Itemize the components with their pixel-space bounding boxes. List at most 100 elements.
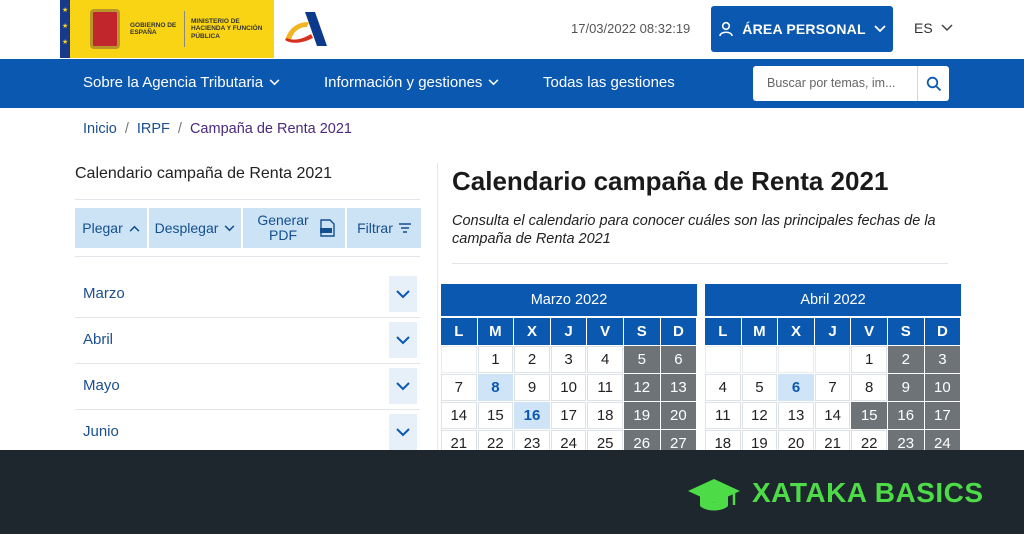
calendar-day[interactable]: 2 [514, 346, 550, 373]
calendar-week-row: 11 12 13 14 15 16 17 [705, 402, 961, 429]
calendar-day[interactable]: 3 [550, 346, 587, 373]
page-description: Consulta el calendario para conocer cuál… [452, 213, 936, 247]
gobierno-logo[interactable]: ★ ★ ★ GOBIERNO DE ESPAÑA MINISTERIO DE H… [60, 0, 274, 58]
nav-item-todas-gestiones[interactable]: Todas las gestiones [543, 74, 675, 91]
calendar-day[interactable]: 13 [660, 374, 697, 401]
column-divider [437, 163, 438, 453]
calendar-day[interactable]: 4 [587, 346, 623, 373]
weekday-header: J [814, 318, 851, 345]
calendar-day[interactable]: 10 [550, 374, 587, 401]
gov-text-ministerio: MINISTERIO DE HACIENDA Y FUNCIÓN PÚBLICA [191, 17, 263, 40]
language-selector[interactable]: ES [914, 20, 953, 36]
calendar-week-row: 4 5 6 7 8 9 10 [705, 374, 961, 401]
filter-label: Filtrar [357, 220, 393, 236]
breadcrumb-inicio[interactable]: Inicio [83, 121, 117, 137]
calendar-day[interactable]: 6 [778, 374, 814, 401]
chevron-down-icon [396, 335, 410, 344]
calendar-day[interactable]: 19 [623, 402, 660, 429]
calendar-day[interactable]: 16 [514, 402, 550, 429]
calendar-day[interactable]: 6 [660, 346, 697, 373]
chevron-down-icon [396, 427, 410, 436]
nav-item-label: Sobre la Agencia Tributaria [83, 74, 264, 91]
calendar-day[interactable]: 14 [441, 402, 477, 429]
calendar-day[interactable]: 2 [887, 346, 924, 373]
calendar-day[interactable]: 8 [851, 374, 887, 401]
calendar-day[interactable]: 7 [814, 374, 851, 401]
calendar-day[interactable]: 9 [514, 374, 550, 401]
user-icon [719, 21, 734, 37]
nav-item-sobre-agencia[interactable]: Sobre la Agencia Tributaria [83, 74, 280, 91]
filter-icon [398, 223, 411, 233]
calendar-day[interactable]: 5 [623, 346, 660, 373]
calendar-week-row: 123456 [441, 346, 697, 373]
generate-pdf-button[interactable]: Generar PDF [243, 208, 345, 248]
calendar-body: 1 2 3 4 5 6 7 8 9 10 11 12 13 14 15 16 17 18 19 20 21 22 23 24 [705, 346, 961, 457]
calendar-day[interactable]: 11 [587, 374, 623, 401]
calendar-marzo: Marzo 2022 LMXJVSD 1 2 3 4 5 6 7 8 9 10 11 12 13 14 15… [441, 284, 697, 457]
calendar-day[interactable]: 9 [887, 374, 924, 401]
calendar-day[interactable]: 17 [550, 402, 587, 429]
calendar-day[interactable]: 11 [705, 402, 741, 429]
calendar-day[interactable]: 16 [887, 402, 924, 429]
accordion-month-abril[interactable]: Abril [75, 318, 420, 364]
sidebar-title: Calendario campaña de Renta 2021 [75, 165, 333, 182]
graduation-cap-icon [688, 479, 740, 511]
collapse-button[interactable]: Plegar [75, 208, 147, 248]
weekday-header: D [924, 318, 961, 345]
expand-toggle[interactable] [389, 276, 417, 312]
calendar-day[interactable]: 14 [814, 402, 851, 429]
expand-button[interactable]: Desplegar [149, 208, 241, 248]
area-personal-button[interactable]: ÁREA PERSONAL [711, 6, 893, 52]
breadcrumb-current[interactable]: Campaña de Renta 2021 [190, 121, 352, 137]
calendar-toolbar: Plegar Desplegar Generar PDF Filtrar [75, 208, 421, 248]
weekday-header: M [741, 318, 778, 345]
search-button[interactable] [917, 66, 949, 101]
calendar-month-title: Marzo 2022 [441, 284, 697, 316]
calendar-body: 1 2 3 4 5 6 7 8 9 10 11 12 13 14 15 16 17 18 19 20 21 22 23 24 2… [441, 346, 697, 457]
calendar-day[interactable]: 10 [924, 374, 961, 401]
calendar-day[interactable]: 12 [623, 374, 660, 401]
calendar-empty-cell [778, 346, 814, 373]
chevron-down-icon [224, 224, 235, 231]
calendar-day[interactable]: 12 [741, 402, 778, 429]
language-label: ES [914, 20, 933, 36]
search-input[interactable]: Buscar por temas, im... [753, 66, 917, 101]
weekday-header: J [550, 318, 587, 345]
calendar-day[interactable]: 1 [851, 346, 887, 373]
weekday-header: V [587, 318, 623, 345]
nav-item-informacion-gestiones[interactable]: Información y gestiones [324, 74, 499, 91]
calendar-day[interactable]: 5 [741, 374, 778, 401]
top-header: ★ ★ ★ GOBIERNO DE ESPAÑA MINISTERIO DE H… [0, 0, 1024, 58]
weekday-header: X [514, 318, 550, 345]
weekday-header: X [778, 318, 814, 345]
calendar-day[interactable]: 7 [441, 374, 477, 401]
expand-toggle[interactable] [389, 414, 417, 450]
weekday-header: L [441, 318, 477, 345]
calendar-day[interactable]: 13 [778, 402, 814, 429]
calendar-day[interactable]: 15 [477, 402, 514, 429]
calendar-day[interactable]: 15 [851, 402, 887, 429]
calendar-day[interactable]: 17 [924, 402, 961, 429]
calendar-day[interactable]: 3 [924, 346, 961, 373]
calendar-day[interactable]: 18 [587, 402, 623, 429]
expand-toggle[interactable] [389, 322, 417, 358]
calendar-day[interactable]: 1 [477, 346, 514, 373]
filter-button[interactable]: Filtrar [347, 208, 421, 248]
agencia-tributaria-logo[interactable] [283, 10, 327, 48]
expand-toggle[interactable] [389, 368, 417, 404]
accordion-month-marzo[interactable]: Marzo [75, 272, 420, 318]
gov-text-gobierno: GOBIERNO DE ESPAÑA [130, 21, 177, 37]
chevron-down-icon [941, 24, 953, 32]
collapse-label: Plegar [82, 220, 123, 236]
weekday-header: D [660, 318, 697, 345]
breadcrumb-irpf[interactable]: IRPF [137, 121, 170, 137]
calendar-day[interactable]: 4 [705, 374, 741, 401]
calendar-day[interactable]: 8 [477, 374, 514, 401]
eu-flag-stripe: ★ ★ ★ [60, 0, 70, 58]
accordion-month-mayo[interactable]: Mayo [75, 364, 420, 410]
page-title: Calendario campaña de Renta 2021 [452, 166, 889, 196]
calendar-day[interactable]: 20 [660, 402, 697, 429]
breadcrumb-separator: / [124, 121, 129, 137]
calendar-empty-cell [441, 346, 477, 373]
divider [75, 199, 420, 200]
